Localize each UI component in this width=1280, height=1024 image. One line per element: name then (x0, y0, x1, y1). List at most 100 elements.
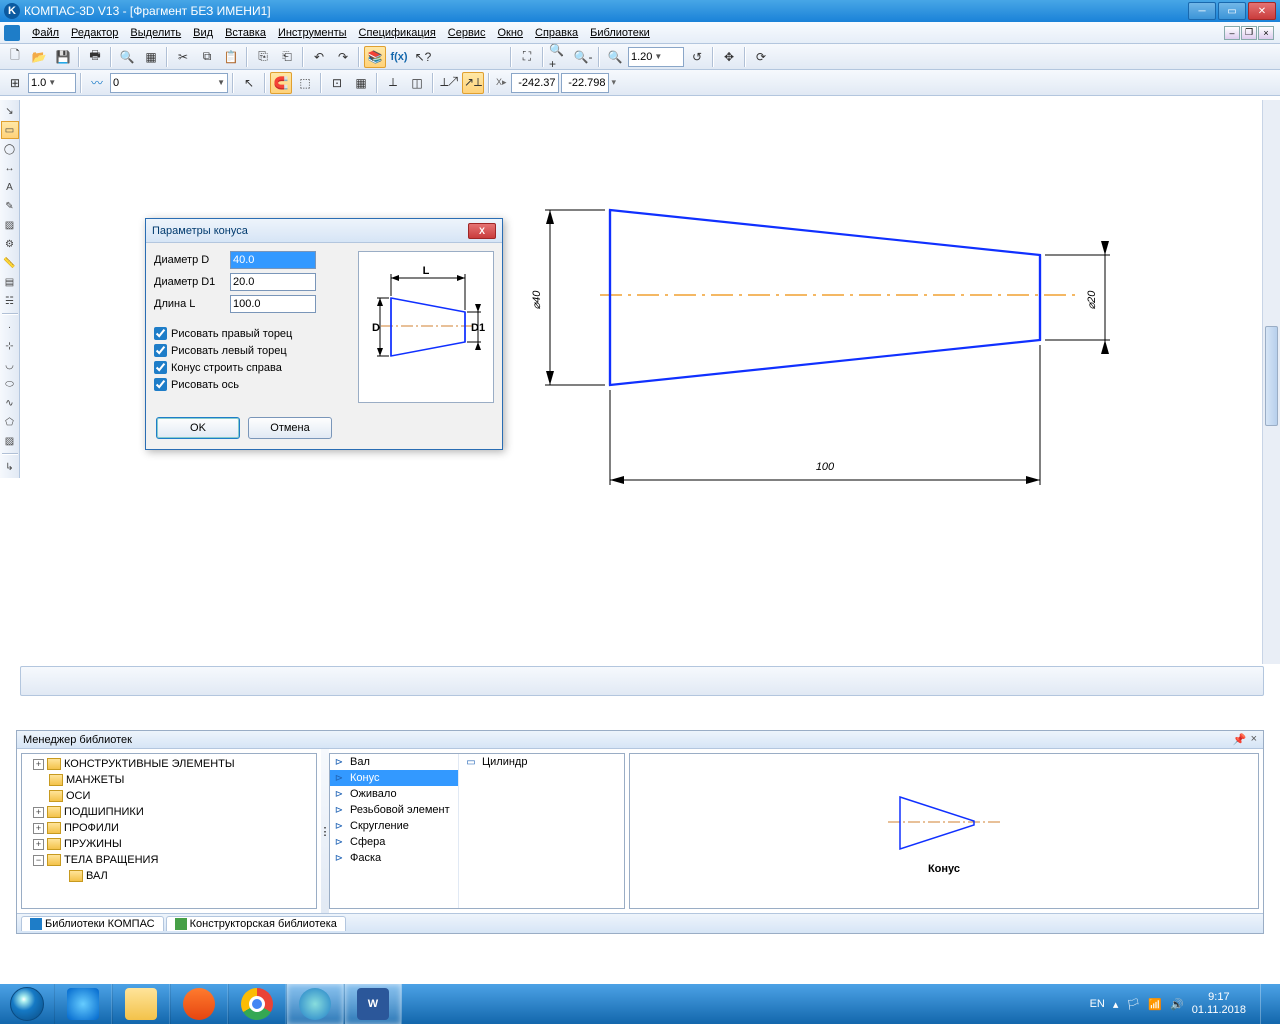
tool-rect[interactable]: ▭ (1, 121, 19, 139)
tool-spec[interactable]: ▤ (1, 273, 19, 291)
paste-button[interactable]: 📋 (220, 46, 242, 68)
field-l-input[interactable] (230, 295, 316, 313)
zoom-window-button[interactable]: 🔍 (604, 46, 626, 68)
print-button[interactable]: 🖶 (84, 46, 106, 68)
tool-line[interactable]: ↘ (1, 102, 19, 120)
list-item[interactable]: ⊳Скругление (330, 818, 458, 834)
menu-view[interactable]: Вид (187, 25, 219, 41)
task-explorer[interactable] (112, 984, 170, 1024)
preview-button[interactable]: 🔍 (116, 46, 138, 68)
field-d-input[interactable] (230, 251, 316, 269)
grid2-button[interactable]: ▦ (350, 72, 372, 94)
list-item[interactable]: ⊳Фаска (330, 850, 458, 866)
tool-autoline[interactable]: ↳ (1, 458, 19, 476)
minimize-button[interactable]: ─ (1188, 2, 1216, 20)
round-button[interactable]: ⬚ (294, 72, 316, 94)
tool-hatch2[interactable]: ▨ (1, 432, 19, 450)
tool-params[interactable]: ⚙ (1, 235, 19, 253)
tool-text[interactable]: A (1, 178, 19, 196)
zoom-prev-button[interactable]: ↺ (686, 46, 708, 68)
list-item[interactable]: ⊳Конус (330, 770, 458, 786)
tree-node[interactable]: +ПОДШИПНИКИ (24, 804, 314, 820)
tray-lang[interactable]: EN (1090, 998, 1105, 1010)
snap-global-button[interactable]: ⟂↗ (438, 72, 460, 94)
splitter[interactable]: ⋮ (321, 749, 329, 913)
list-item[interactable]: ▭Цилиндр (462, 754, 529, 770)
menu-insert[interactable]: Вставка (219, 25, 272, 41)
tool-circle[interactable]: ◯ (1, 140, 19, 158)
pin-icon[interactable]: 📌 (1233, 733, 1247, 746)
copy-button[interactable]: ⧉ (196, 46, 218, 68)
ortho2-button[interactable]: ◫ (406, 72, 428, 94)
cursor-button[interactable]: ↖ (238, 72, 260, 94)
check-right-cone[interactable] (154, 361, 167, 374)
coord-y-input[interactable] (561, 73, 609, 93)
menu-window[interactable]: Окно (491, 25, 529, 41)
paste-props-button[interactable]: ⎗ (276, 46, 298, 68)
cut-button[interactable]: ✂ (172, 46, 194, 68)
redo-button[interactable]: ↷ (332, 46, 354, 68)
zoom-out-button[interactable]: 🔍- (572, 46, 594, 68)
check-axis[interactable] (154, 378, 167, 391)
undo-button[interactable]: ↶ (308, 46, 330, 68)
show-desktop-button[interactable] (1260, 984, 1274, 1024)
tree-node[interactable]: ВАЛ (24, 868, 314, 884)
tree-node[interactable]: +ПРОФИЛИ (24, 820, 314, 836)
list-item[interactable]: ⊳Вал (330, 754, 458, 770)
tool-measure[interactable]: 📏 (1, 254, 19, 272)
dialog-title-bar[interactable]: Параметры конуса X (146, 219, 502, 243)
tree-node[interactable]: −ТЕЛА ВРАЩЕНИЯ (24, 852, 314, 868)
grid-button[interactable]: ⊡ (326, 72, 348, 94)
tray-action-icon[interactable]: 🏳 (1126, 998, 1140, 1011)
library-manager-title-bar[interactable]: Менеджер библиотек 📌× (17, 731, 1263, 749)
tool-spline[interactable]: ∿ (1, 394, 19, 412)
tool-aux[interactable]: ⊹ (1, 337, 19, 355)
tree-node[interactable]: ОСИ (24, 788, 314, 804)
localcs-button[interactable]: ⟂ (382, 72, 404, 94)
tray-flag-icon[interactable]: ▴ (1113, 998, 1119, 1011)
new-button[interactable]: 🗋 (4, 46, 26, 68)
menu-libraries[interactable]: Библиотеки (584, 25, 656, 41)
task-word[interactable]: W (344, 984, 402, 1024)
layer-combo[interactable]: 0▼ (110, 73, 228, 93)
tree-node[interactable]: МАНЖЕТЫ (24, 772, 314, 788)
copy-props-button[interactable]: ⎘ (252, 46, 274, 68)
mdi-minimize[interactable]: – (1224, 26, 1240, 40)
help-pointer-button[interactable]: ↖? (412, 46, 434, 68)
tool-point[interactable]: · (1, 318, 19, 336)
check-right-end[interactable] (154, 327, 167, 340)
ok-button[interactable]: OK (156, 417, 240, 439)
pan-button[interactable]: ✥ (718, 46, 740, 68)
tool-arc[interactable]: ◡ (1, 356, 19, 374)
vertical-scrollbar[interactable] (1262, 100, 1280, 664)
menu-service[interactable]: Сервис (442, 25, 492, 41)
close-button[interactable]: ✕ (1248, 2, 1276, 20)
tab-kompas-libs[interactable]: Библиотеки КОМПАС (21, 916, 164, 931)
rebuild-button[interactable]: ⟳ (750, 46, 772, 68)
system-tray[interactable]: EN ▴ 🏳 📶 🔊 9:17 01.11.2018 (1090, 984, 1274, 1024)
ortho-button[interactable]: 🧲 (270, 72, 292, 94)
task-ie[interactable] (54, 984, 112, 1024)
close-panel-icon[interactable]: × (1251, 733, 1257, 746)
field-d1-input[interactable] (230, 273, 316, 291)
check-left-end[interactable] (154, 344, 167, 357)
dialog-close-button[interactable]: X (468, 223, 496, 239)
tool-polygon[interactable]: ⬠ (1, 413, 19, 431)
tree-node[interactable]: +ПРУЖИНЫ (24, 836, 314, 852)
tool-ellipse[interactable]: ⬭ (1, 375, 19, 393)
tray-clock[interactable]: 9:17 01.11.2018 (1192, 991, 1246, 1017)
library-tree[interactable]: +КОНСТРУКТИВНЫЕ ЭЛЕМЕНТЫМАНЖЕТЫОСИ+ПОДШИ… (21, 753, 317, 909)
tray-network-icon[interactable]: 📶 (1148, 998, 1162, 1011)
tool-report[interactable]: ☵ (1, 292, 19, 310)
libraries-button[interactable]: 📚 (364, 46, 386, 68)
tray-volume-icon[interactable]: 🔊 (1170, 998, 1184, 1011)
zoom-in-button[interactable]: 🔍+ (548, 46, 570, 68)
vars-button[interactable]: f(x) (388, 46, 410, 68)
library-list[interactable]: ⊳Вал⊳Конус⊳Оживало⊳Резьбовой элемент⊳Скр… (329, 753, 625, 909)
linestyle-button[interactable]: 〰 (86, 72, 108, 94)
menu-select[interactable]: Выделить (124, 25, 187, 41)
save-button[interactable]: 💾 (52, 46, 74, 68)
open-button[interactable]: 📂 (28, 46, 50, 68)
tree-node[interactable]: +КОНСТРУКТИВНЫЕ ЭЛЕМЕНТЫ (24, 756, 314, 772)
menu-file[interactable]: Файл (26, 25, 65, 41)
